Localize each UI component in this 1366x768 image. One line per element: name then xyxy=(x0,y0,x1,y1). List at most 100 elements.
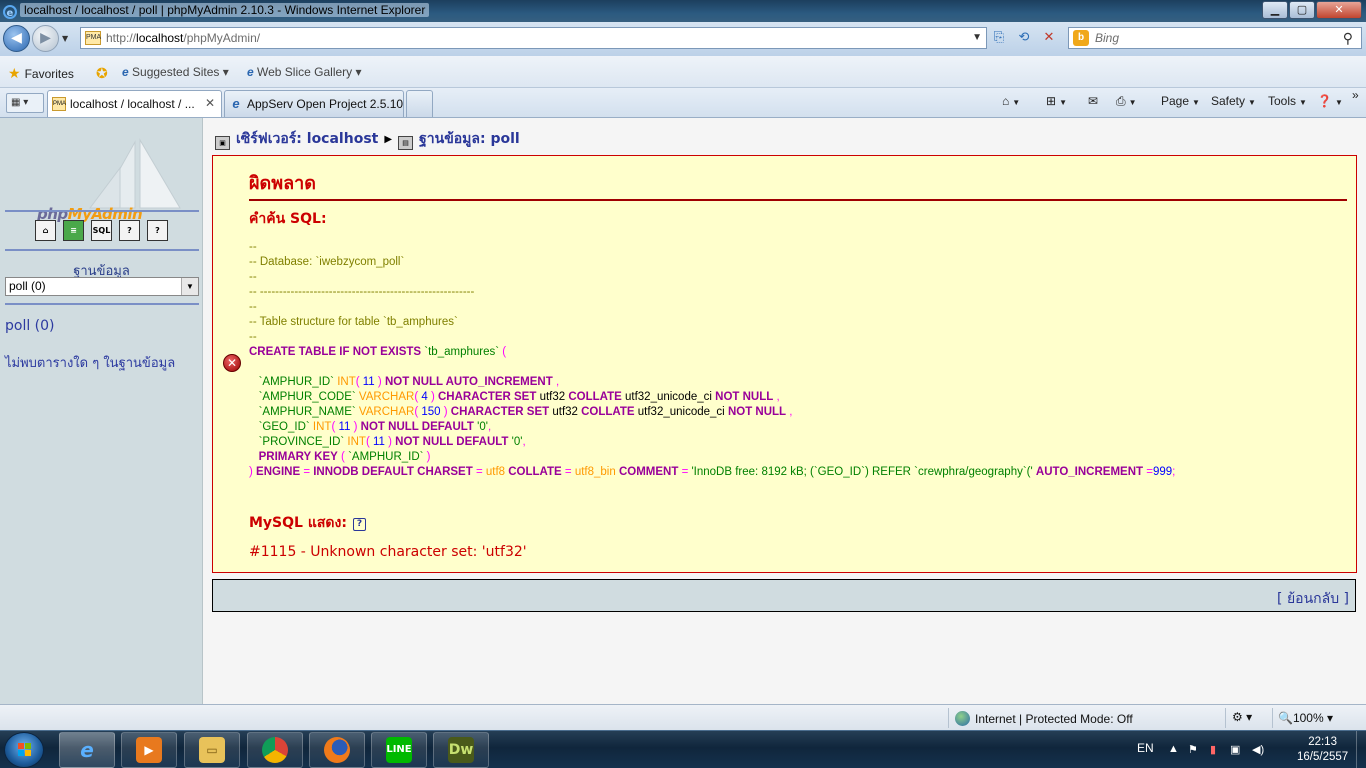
taskbar-dreamweaver[interactable]: Dw xyxy=(433,732,489,768)
stop-icon[interactable]: ✕ xyxy=(1038,27,1060,49)
compatibility-view-icon[interactable]: ⎘ xyxy=(988,27,1010,49)
back-button[interactable]: ◀ xyxy=(3,25,30,52)
sql-token: 'InnoDB free: 8192 kB; (`GEO_ID`) REFER … xyxy=(691,466,1033,478)
sql-token: `AMPHUR_ID` xyxy=(258,376,334,388)
back-bar: [ ย้อนกลับ ] xyxy=(212,579,1356,612)
search-icon[interactable]: ⚲ xyxy=(1343,28,1353,48)
suggested-sites-link[interactable]: e Suggested Sites ▾ xyxy=(122,65,229,79)
web-slice-gallery-label: Web Slice Gallery ▾ xyxy=(257,65,362,79)
popup-blocker-icon[interactable]: ⚙ ▾ xyxy=(1232,710,1252,724)
taskbar-media-player[interactable]: ▶ xyxy=(121,732,177,768)
network-icon[interactable]: ▣ xyxy=(1230,743,1240,756)
forward-button[interactable]: ▶ xyxy=(32,25,59,52)
taskbar-line[interactable]: LINE xyxy=(371,732,427,768)
db-link-poll[interactable]: poll (0) xyxy=(5,318,55,334)
sql-token: NOT NULL AUTO_INCREMENT xyxy=(384,376,553,388)
tab-appserv[interactable]: e AppServ Open Project 2.5.10 xyxy=(224,90,404,117)
sql-token: COLLATE xyxy=(568,391,622,403)
sql-token: -- Table structure for table `tb_amphure… xyxy=(249,316,458,328)
sql-token: utf8 xyxy=(485,466,506,478)
help-icon[interactable]: ? xyxy=(147,220,168,241)
no-tables-message: ไม่พบตารางใด ๆ ในฐานข้อมูล xyxy=(5,356,176,371)
home-icon[interactable]: ⌂ xyxy=(35,220,56,241)
sql-line: `GEO_ID` INT( 11 ) NOT NULL DEFAULT '0', xyxy=(249,420,1175,435)
add-favorites-button[interactable]: ✪ xyxy=(96,65,112,82)
suggested-sites-label: Suggested Sites ▾ xyxy=(132,65,229,79)
address-field[interactable]: PMA http://localhost/phpMyAdmin/ ▼ xyxy=(80,27,987,49)
language-indicator[interactable]: EN xyxy=(1137,741,1154,755)
action-center-flag-icon[interactable]: ⚑ xyxy=(1188,743,1198,756)
error-message: #1115 - Unknown character set: 'utf32' xyxy=(249,544,527,560)
recent-pages-dropdown[interactable]: ▼ xyxy=(62,34,68,43)
tools-menu[interactable]: Tools ▼ xyxy=(1268,94,1307,108)
documentation-icon[interactable]: ? xyxy=(352,518,366,531)
query-window-icon[interactable]: ≡ xyxy=(63,220,84,241)
url-prefix: http:// xyxy=(106,31,137,45)
favorites-button[interactable]: ★ Favorites xyxy=(8,65,74,82)
show-hidden-icons-icon[interactable]: ▲ xyxy=(1168,743,1179,755)
start-button[interactable] xyxy=(4,732,44,768)
sql-token: 11 xyxy=(362,376,375,388)
search-input[interactable]: b Bing ⚲ xyxy=(1068,27,1362,49)
taskbar-chrome[interactable] xyxy=(247,732,303,768)
sql-token: ) xyxy=(249,466,257,478)
close-button[interactable]: ✕ xyxy=(1316,1,1362,19)
sql-token: 11 xyxy=(372,436,385,448)
taskbar-explorer[interactable]: ▭ xyxy=(184,732,240,768)
address-dropdown-icon[interactable]: ▼ xyxy=(972,28,982,48)
home-icon[interactable]: ⌂ ▼ xyxy=(1002,94,1020,108)
sql-token: ) xyxy=(440,406,448,418)
divider xyxy=(1272,708,1273,728)
sql-token: `AMPHUR_NAME` xyxy=(258,406,356,418)
security-zone-text[interactable]: Internet | Protected Mode: Off xyxy=(975,712,1133,726)
divider xyxy=(1225,708,1226,728)
sql-token: `tb_amphures` xyxy=(424,346,500,358)
breadcrumb-database[interactable]: ฐานข้อมูล: poll xyxy=(419,131,520,147)
feeds-icon[interactable]: ⊞ ▼ xyxy=(1046,94,1067,108)
safely-remove-icon[interactable]: ▮ xyxy=(1210,743,1216,756)
sql-icon[interactable]: SQL xyxy=(91,220,112,241)
url-path: /phpMyAdmin/ xyxy=(183,31,261,45)
sql-token: '0' xyxy=(511,436,523,448)
sql-query-heading: คำค้น SQL: xyxy=(249,211,327,227)
safety-menu[interactable]: Safety ▼ xyxy=(1211,94,1256,108)
back-link[interactable]: [ ย้อนกลับ ] xyxy=(1277,588,1349,610)
close-tab-icon[interactable]: ✕ xyxy=(205,96,215,110)
read-mail-icon[interactable]: ✉ xyxy=(1088,94,1098,108)
chevron-down-icon[interactable]: ▼ xyxy=(181,278,198,295)
quick-tabs-button[interactable]: ▦ ▾ xyxy=(6,93,44,113)
database-select[interactable]: poll (0) ▼ xyxy=(5,277,199,296)
error-title: ผิดพลาด xyxy=(249,168,1347,201)
volume-icon[interactable]: ◀) xyxy=(1252,743,1264,756)
phpmyadmin-logo[interactable]: phpMyAdmin xyxy=(10,138,200,223)
print-icon[interactable]: ⎙ ▼ xyxy=(1116,94,1137,109)
new-tab-button[interactable] xyxy=(406,90,433,117)
web-slice-gallery-link[interactable]: e Web Slice Gallery ▾ xyxy=(247,65,362,79)
sql-token: ENGINE xyxy=(256,466,301,478)
browser-window: e localhost / localhost / poll | phpMyAd… xyxy=(0,0,1366,768)
status-bar: Internet | Protected Mode: Off ⚙ ▾ 🔍100%… xyxy=(0,704,1366,730)
tab-phpmyadmin[interactable]: PMA localhost / localhost / ... ✕ xyxy=(47,90,222,117)
taskbar-ie[interactable]: e xyxy=(59,732,115,768)
ie-icon: e xyxy=(122,65,133,79)
zoom-level[interactable]: 🔍100% ▾ xyxy=(1278,711,1333,725)
chevron-more-icon[interactable]: » xyxy=(1352,88,1359,102)
sql-token: AUTO_INCREMENT xyxy=(1035,466,1144,478)
sql-token: ) xyxy=(384,436,392,448)
docs-icon[interactable]: ? xyxy=(119,220,140,241)
sql-line: -- xyxy=(249,300,1175,315)
maximize-button[interactable]: ▢ xyxy=(1289,1,1315,19)
tools-menu-label: Tools xyxy=(1268,94,1297,108)
page-menu[interactable]: Page ▼ xyxy=(1161,94,1200,108)
taskbar-firefox[interactable] xyxy=(309,732,365,768)
help-icon[interactable]: ❓ ▼ xyxy=(1317,94,1343,108)
sql-token: COLLATE xyxy=(508,466,562,478)
minimize-button[interactable]: ▁ xyxy=(1262,1,1288,19)
refresh-icon[interactable]: ⟲ xyxy=(1013,27,1035,49)
clock[interactable]: 22:13 16/5/2557 xyxy=(1297,735,1348,765)
show-desktop-button[interactable] xyxy=(1356,731,1366,768)
address-toolbar: ◀ ▶ ▼ PMA http://localhost/phpMyAdmin/ ▼… xyxy=(0,22,1366,56)
sql-token: -- -------------------------------------… xyxy=(249,286,475,298)
sql-token: ( xyxy=(365,436,373,448)
breadcrumb-server[interactable]: เซิร์ฟเวอร์: localhost xyxy=(236,131,378,147)
